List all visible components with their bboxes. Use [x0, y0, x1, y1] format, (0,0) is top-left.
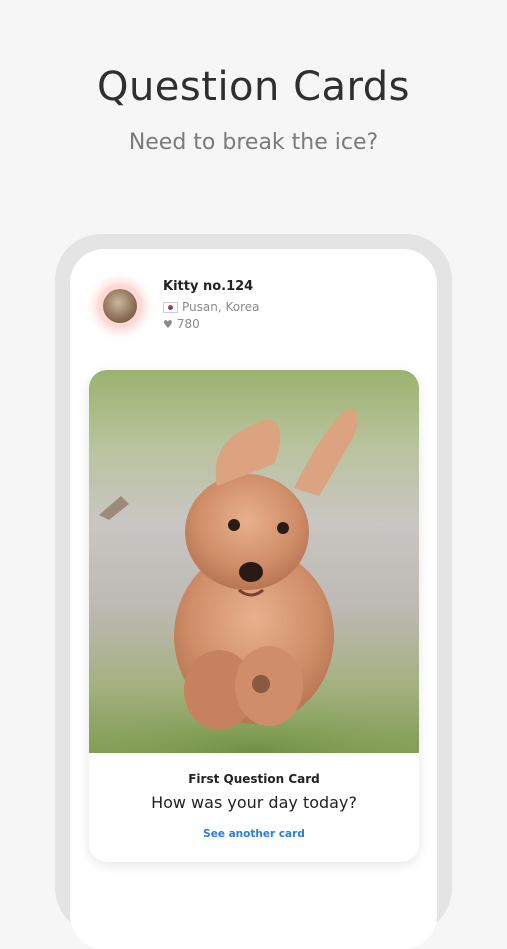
card-title: First Question Card — [188, 772, 320, 786]
profile-likes-count: 780 — [176, 317, 200, 331]
question-card[interactable]: First Question Card How was your day tod… — [89, 370, 419, 862]
profile-location-row: Pusan, Korea — [163, 300, 260, 314]
heart-icon: ♥ — [163, 317, 173, 331]
profile-likes-row: ♥ 780 — [163, 317, 200, 331]
phone-screen: Kitty no.124 Pusan, Korea ♥ 780 First Qu… — [70, 249, 437, 949]
see-another-card-link[interactable]: See another card — [89, 828, 419, 840]
page-subheadline: Need to break the ice? — [128, 130, 379, 155]
korea-flag-icon — [163, 301, 178, 313]
page-headline: Question Cards — [96, 64, 411, 110]
avatar-ring[interactable] — [98, 284, 142, 328]
profile-location: Pusan, Korea — [182, 300, 260, 314]
card-photo — [89, 370, 419, 753]
profile-header[interactable]: Kitty no.124 Pusan, Korea ♥ 780 — [98, 279, 418, 339]
profile-name: Kitty no.124 — [163, 279, 254, 294]
avatar[interactable] — [103, 289, 137, 323]
card-question: How was your day today? — [151, 793, 357, 812]
poodle-illustration — [89, 408, 419, 753]
